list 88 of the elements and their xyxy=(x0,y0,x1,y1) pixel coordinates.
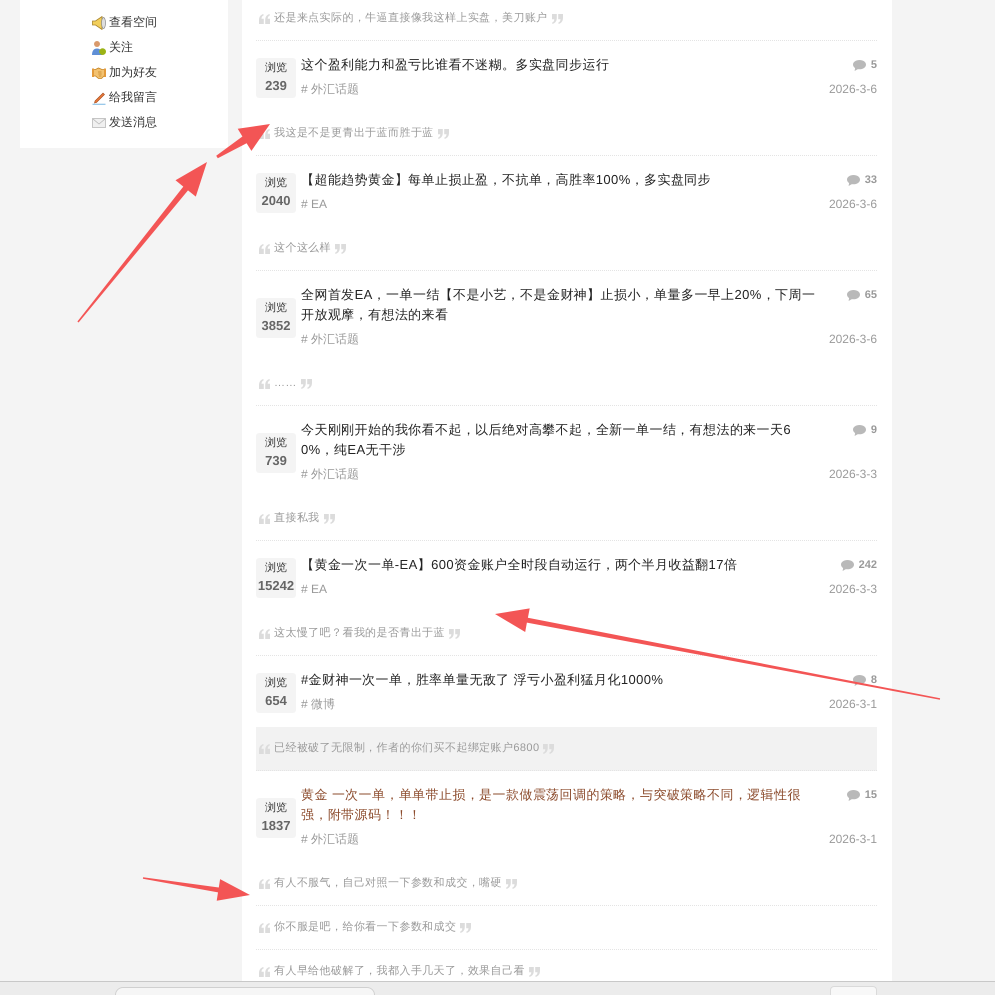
close-quote-icon xyxy=(300,378,312,388)
comment-icon xyxy=(846,790,860,800)
close-quote-icon xyxy=(449,628,460,638)
view-count: 15242 xyxy=(258,576,294,594)
comment-count: 9 xyxy=(870,423,877,437)
sidebar-link[interactable]: 给我留言 xyxy=(92,85,157,110)
open-quote-icon xyxy=(259,922,270,932)
close-quote-icon xyxy=(528,966,540,976)
pencil-icon xyxy=(92,90,106,104)
megaphone-icon xyxy=(92,16,106,30)
views-label: 浏览 xyxy=(265,300,287,316)
post-date: 2026-3-6 xyxy=(828,331,877,348)
reply-link[interactable]: 还是来点实际的，牛逼直接像我这样上实盘，美刀账户 xyxy=(274,8,548,29)
sidebar-link[interactable]: 加为好友 xyxy=(92,60,157,85)
comment-icon xyxy=(852,60,866,70)
close-quote-icon xyxy=(552,14,563,24)
topic-tag-link[interactable]: # EA xyxy=(301,194,328,215)
reply-link[interactable]: 有人不服气，自己对照一下参数和成交，嘴硬 xyxy=(274,873,502,894)
reply-link[interactable]: …… xyxy=(274,373,297,394)
topic-title-link[interactable]: 【超能趋势黄金】每单止损止盈，不抗单，高胜率100%，多实盘同步 xyxy=(301,170,712,190)
comment-count: 5 xyxy=(870,58,877,72)
comment-count: 65 xyxy=(864,288,877,302)
comment-icon xyxy=(846,174,860,186)
view-count: 739 xyxy=(265,452,287,470)
comment-count: 33 xyxy=(864,173,877,187)
handshake-icon xyxy=(92,66,106,80)
topic-title-link[interactable]: #金财神一次一单，胜率单量无敌了 浮亏小盈利猛月化1000% xyxy=(301,670,664,690)
open-quote-icon xyxy=(259,244,270,254)
input-field[interactable] xyxy=(115,987,375,995)
close-quote-icon xyxy=(324,514,335,524)
sidebar-link[interactable]: 关注 xyxy=(92,35,133,60)
views-label: 浏览 xyxy=(265,60,287,76)
views-label: 浏览 xyxy=(265,560,287,576)
open-quote-icon xyxy=(259,878,270,888)
reply-link[interactable]: 已经被破了无限制，作者的你们买不起绑定账户6800 xyxy=(274,738,540,759)
post-date: 2026-3-1 xyxy=(828,696,877,713)
reply-link[interactable]: 有人早给他破解了，我都入手几天了，效果自己看 xyxy=(274,961,525,982)
topic-tag-link[interactable]: # EA xyxy=(301,579,328,600)
open-quote-icon xyxy=(259,514,270,524)
reply-link[interactable]: 这个这么样 xyxy=(274,238,331,259)
open-quote-icon xyxy=(259,628,270,638)
reply-link[interactable]: 直接私我 xyxy=(274,508,320,529)
topic-title-link[interactable]: 黄金 一次一单，单单带止损，是一款做震荡回调的策略，与突破策略不同，逻辑性很强，附带源码！！！ xyxy=(301,785,818,825)
view-count: 3852 xyxy=(262,316,290,334)
comment-icon xyxy=(840,560,854,570)
topic-tag-link[interactable]: # 外汇话题 xyxy=(301,829,360,850)
topic-tag-link[interactable]: # 外汇话题 xyxy=(301,329,360,350)
views-label: 浏览 xyxy=(265,800,287,816)
comment-count: 8 xyxy=(870,673,877,687)
topic-title-link[interactable]: 今天刚刚开始的我你看不起，以后绝对高攀不起，全新一单一结，有想法的来一天60%，纯EA无干涉 xyxy=(301,420,818,460)
comment-count: 15 xyxy=(864,788,877,802)
topic-title-link[interactable]: 全网首发EA，一单一结【不是小艺，不是金财神】止损小，单量多一早上20%，下周一开放观摩，有想法的来看 xyxy=(301,285,818,325)
reply-link[interactable]: 你不服是吧，给你看一下参数和成交 xyxy=(274,917,456,938)
views-label: 浏览 xyxy=(265,676,287,690)
annotation-arrow xyxy=(216,124,270,158)
post-date: 2026-3-6 xyxy=(828,196,877,213)
sidebar-link[interactable]: 查看空间 xyxy=(92,10,157,35)
post-date: 2026-3-3 xyxy=(828,466,877,483)
open-quote-icon xyxy=(259,378,270,388)
comment-count: 242 xyxy=(858,558,877,572)
user-icon xyxy=(92,40,106,54)
topic-tag-link[interactable]: # 外汇话题 xyxy=(301,79,360,100)
comment-icon xyxy=(846,290,860,300)
close-quote-icon xyxy=(506,878,517,888)
comment-icon xyxy=(852,424,866,436)
sidebar-link[interactable]: 发送消息 xyxy=(92,110,157,135)
close-quote-icon xyxy=(335,244,346,254)
view-count: 654 xyxy=(265,692,287,710)
post-date: 2026-3-1 xyxy=(828,831,877,848)
topic-title-link[interactable]: 这个盈利能力和盈亏比谁看不迷糊。多实盘同步运行 xyxy=(301,55,610,75)
views-label: 浏览 xyxy=(265,436,287,450)
post-date: 2026-3-3 xyxy=(828,581,877,598)
view-count: 239 xyxy=(265,76,287,94)
open-quote-icon xyxy=(259,14,270,24)
topic-title-link[interactable]: 【黄金一次一单-EA】600资金账户全时段自动运行，两个半月收益翻17倍 xyxy=(301,555,738,575)
reply-link[interactable]: 我这是不是更青出于蓝而胜于蓝 xyxy=(274,123,434,144)
view-count: 1837 xyxy=(262,816,290,834)
toolbar-button[interactable] xyxy=(830,986,877,995)
views-label: 浏览 xyxy=(265,176,287,190)
post-date: 2026-3-6 xyxy=(828,81,877,98)
topic-tag-link[interactable]: # 外汇话题 xyxy=(301,464,360,485)
reply-link[interactable]: 这太慢了吧？看我的是否青出于蓝 xyxy=(274,623,445,644)
topic-tag-link[interactable]: # 微博 xyxy=(301,694,336,715)
envelope-icon xyxy=(92,116,106,130)
close-quote-icon xyxy=(460,922,472,932)
open-quote-icon xyxy=(259,966,270,976)
close-quote-icon xyxy=(438,128,449,138)
view-count: 2040 xyxy=(262,192,290,210)
